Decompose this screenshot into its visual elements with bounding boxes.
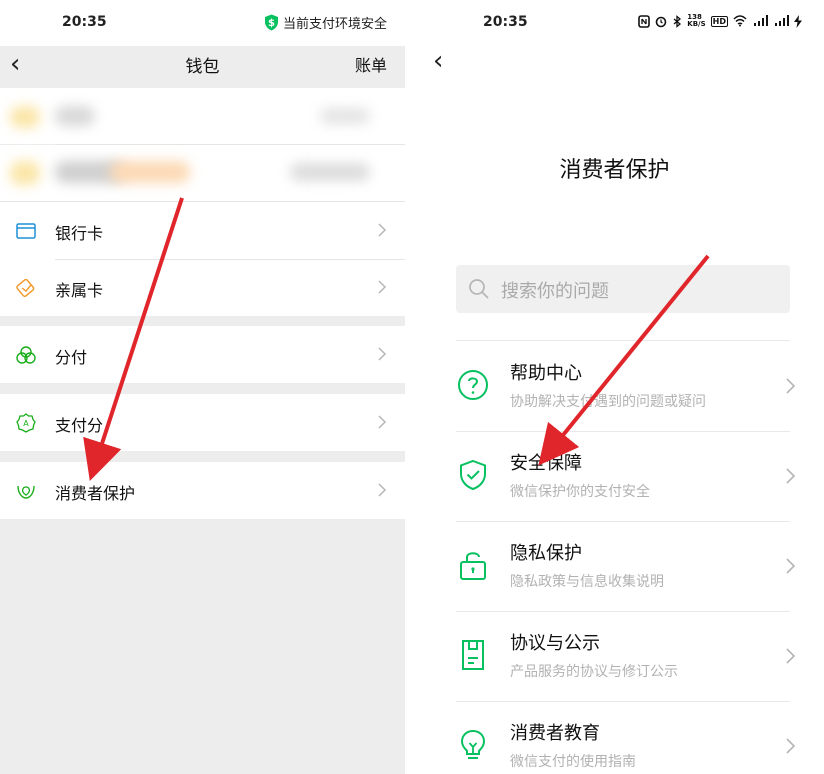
hd-icon: HD — [710, 15, 728, 27]
back-button[interactable]: ‹ — [433, 46, 443, 76]
chevron-right-icon — [378, 347, 387, 361]
search-icon — [469, 279, 489, 299]
fenfu-group: 分付 — [0, 326, 405, 383]
item-title: 隐私保护 — [510, 543, 582, 564]
wallet-nav-bar: ‹ 钱包 账单 — [0, 46, 405, 86]
menu-item-fenfu[interactable]: 分付 — [0, 326, 405, 383]
menu-item-bank-card[interactable]: 银行卡 — [0, 202, 405, 259]
blurred-icon — [10, 161, 40, 185]
help-center-item[interactable]: 帮助中心 协助解决支付遇到的问题或疑问 — [405, 341, 824, 431]
item-subtitle: 产品服务的协议与修订公示 — [510, 664, 678, 680]
signal-icon — [754, 15, 768, 26]
document-icon — [462, 640, 484, 670]
help-circle-icon — [458, 370, 488, 400]
bank-card-icon — [16, 223, 36, 239]
search-bar[interactable]: 搜索你的问题 — [456, 265, 790, 313]
shield-check-icon — [460, 459, 486, 491]
blurred-value — [320, 108, 370, 124]
chevron-right-icon — [378, 280, 387, 294]
chevron-right-icon — [786, 558, 796, 574]
consumer-education-item[interactable]: 消费者教育 微信支付的使用指南 — [405, 701, 824, 774]
agreement-notice-item[interactable]: 协议与公示 产品服务的协议与修订公示 — [405, 611, 824, 701]
family-card-icon — [16, 278, 35, 298]
payment-security-indicator: $ 当前支付环境安全 — [264, 13, 387, 32]
blurred-label — [55, 106, 95, 126]
blurred-value — [290, 163, 370, 181]
menu-item-label: 亲属卡 — [55, 281, 104, 300]
item-title: 帮助中心 — [510, 363, 582, 384]
item-title: 安全保障 — [510, 453, 582, 474]
chevron-right-icon — [378, 483, 387, 497]
bills-button[interactable]: 账单 — [355, 52, 387, 76]
menu-item-label: 支付分 — [55, 416, 104, 435]
signal-icon — [775, 15, 789, 26]
consumer-protection-group: 消费者保护 — [0, 462, 405, 519]
status-icons: 138 KB/S HD — [638, 14, 802, 28]
lightbulb-icon — [460, 729, 486, 759]
blurred-row-1[interactable] — [0, 88, 405, 144]
blurred-row-2[interactable] — [0, 145, 405, 201]
wallet-screen: 20:35 $ 当前支付环境安全 ‹ 钱包 账单 银行卡 亲属卡 分付 A 支付… — [0, 0, 405, 774]
status-bar: 20:35 138 KB/S HD — [405, 0, 824, 46]
consumer-protection-screen: 20:35 138 KB/S HD ‹ 消费者保护 搜索你的问题 帮助中心 协助… — [405, 0, 824, 774]
blurred-badge — [110, 161, 190, 183]
bluetooth-icon — [673, 14, 682, 28]
alarm-icon — [655, 16, 667, 27]
svg-text:$: $ — [268, 18, 275, 29]
card-group: 银行卡 亲属卡 — [0, 201, 405, 316]
item-subtitle: 微信保护你的支付安全 — [510, 484, 650, 500]
status-time: 20:35 — [62, 14, 107, 30]
status-bar: 20:35 $ 当前支付环境安全 — [0, 0, 405, 46]
blurred-icon — [10, 106, 40, 128]
item-subtitle: 协助解决支付遇到的问题或疑问 — [510, 394, 706, 410]
network-speed: 138 KB/S — [687, 13, 706, 28]
charging-icon — [794, 14, 802, 28]
status-time: 20:35 — [483, 14, 528, 30]
chevron-right-icon — [786, 468, 796, 484]
menu-item-pay-score[interactable]: A 支付分 — [0, 394, 405, 451]
security-status-text: 当前支付环境安全 — [282, 17, 387, 32]
chevron-right-icon — [378, 415, 387, 429]
security-guarantee-item[interactable]: 安全保障 微信保护你的支付安全 — [405, 431, 824, 521]
menu-item-family-card[interactable]: 亲属卡 — [0, 259, 405, 316]
nfc-icon — [638, 14, 651, 28]
consumer-protection-icon — [17, 485, 35, 499]
pay-score-icon: A — [16, 413, 36, 433]
item-subtitle: 微信支付的使用指南 — [510, 754, 636, 770]
lock-icon — [460, 552, 486, 580]
chevron-right-icon — [786, 648, 796, 664]
search-placeholder: 搜索你的问题 — [501, 281, 609, 302]
item-subtitle: 隐私政策与信息收集说明 — [510, 574, 664, 590]
chevron-right-icon — [786, 378, 796, 394]
menu-item-label: 消费者保护 — [55, 484, 136, 503]
menu-item-label: 分付 — [55, 348, 88, 367]
menu-item-label: 银行卡 — [55, 224, 104, 243]
item-title: 消费者教育 — [510, 723, 600, 744]
menu-item-consumer-protection[interactable]: 消费者保护 — [0, 462, 405, 519]
shield-dollar-icon: $ — [264, 14, 278, 31]
item-title: 协议与公示 — [510, 633, 600, 654]
privacy-protection-item[interactable]: 隐私保护 隐私政策与信息收集说明 — [405, 521, 824, 611]
chevron-right-icon — [378, 223, 387, 237]
svg-text:A: A — [23, 419, 29, 428]
wifi-icon — [733, 15, 747, 27]
fenfu-icon — [16, 346, 36, 364]
page-title: 钱包 — [185, 57, 220, 77]
chevron-right-icon — [786, 738, 796, 754]
page-title: 消费者保护 — [559, 158, 670, 183]
pay-score-group: A 支付分 — [0, 394, 405, 451]
